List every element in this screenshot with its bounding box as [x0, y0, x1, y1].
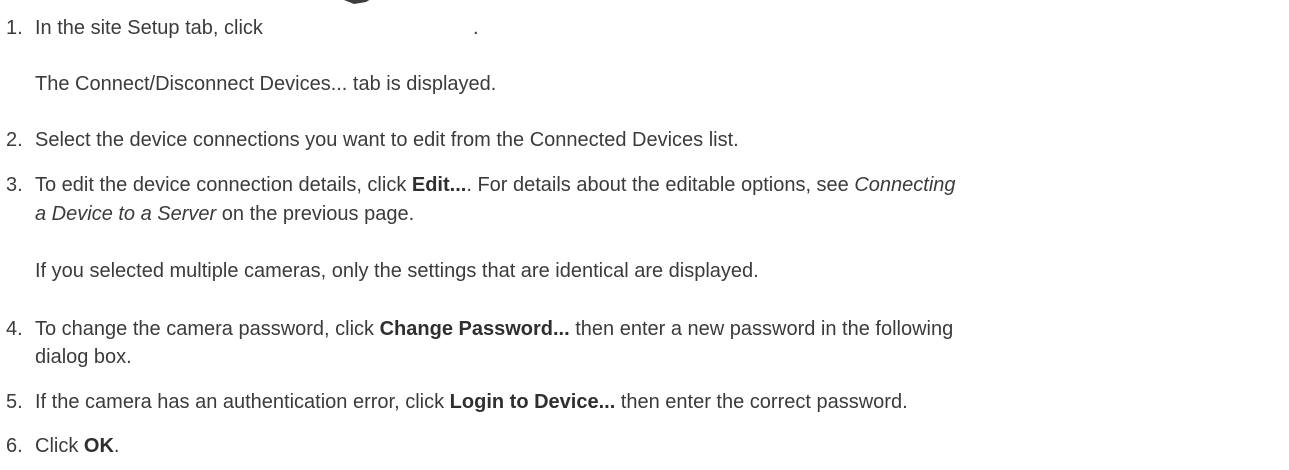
ok-button-label: OK [83, 435, 114, 457]
change-password-label: Change Password... [379, 318, 570, 340]
step-number: 2. [6, 129, 23, 151]
step-note: If you selected multiple cameras, only t… [35, 260, 759, 282]
step-number: 4. [6, 318, 23, 340]
step-number: 3. [6, 174, 23, 196]
link-device-to-server: a Device to a Server [35, 203, 217, 225]
step-text: To change the camera password, click Cha… [35, 318, 954, 340]
login-to-device-label: Login to Device... [449, 391, 616, 413]
step-text: Select the device connections you want t… [35, 129, 739, 151]
edit-button-label: Edit... [411, 174, 467, 196]
step-text: In the site Setup tab, click [35, 17, 263, 39]
step-note: The Connect/Disconnect Devices... tab is… [35, 73, 497, 95]
step-text: To edit the device connection details, c… [35, 174, 956, 196]
step-text: Click OK. [35, 435, 120, 457]
step-text-end: . [473, 17, 479, 39]
link-connecting: Connecting [854, 174, 956, 196]
connect-disconnect-devices-icon [330, 0, 460, 12]
step-number: 6. [6, 435, 23, 457]
instruction-steps: 1. In the site Setup tab, click . The Co… [0, 0, 1289, 470]
step-text: If the camera has an authentication erro… [35, 391, 908, 413]
step-text-line2: dialog box. [35, 346, 132, 368]
step-text-line2: a Device to a Server on the previous pag… [35, 203, 415, 225]
step-number: 1. [6, 17, 23, 39]
step-number: 5. [6, 391, 23, 413]
